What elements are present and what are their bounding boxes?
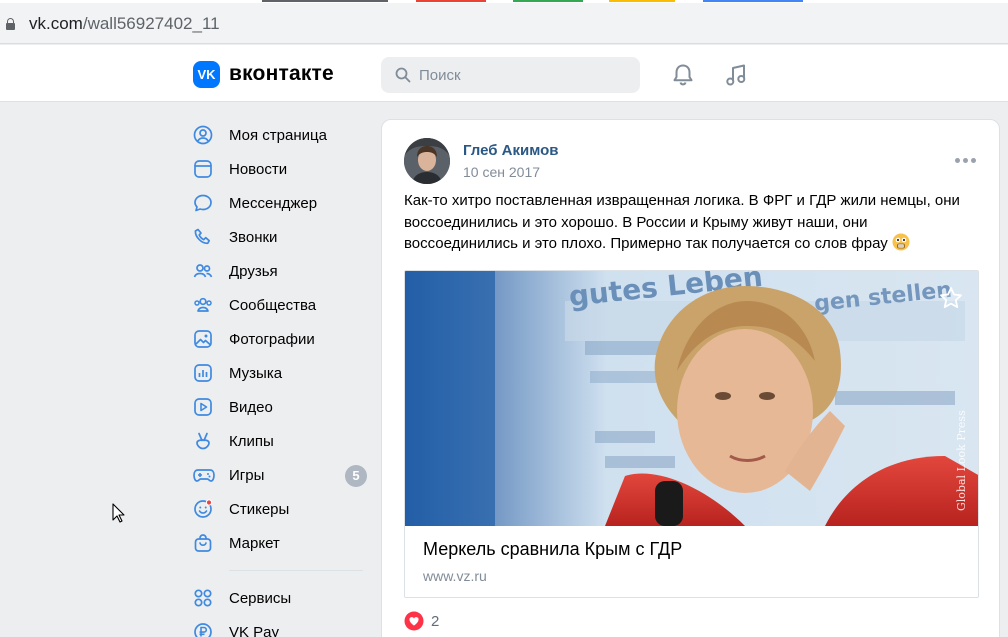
sidebar-item-my-page[interactable]: Моя страница (193, 118, 373, 152)
sidebar-item-calls[interactable]: Звонки (193, 220, 373, 254)
video-icon (193, 397, 221, 417)
search-input[interactable] (419, 57, 629, 93)
clips-icon (193, 431, 221, 451)
sidebar-item-news[interactable]: Новости (193, 152, 373, 186)
sidebar-item-label: Мессенджер (229, 194, 318, 212)
avatar[interactable] (404, 138, 450, 184)
sidebar-item-video[interactable]: Видео (193, 390, 373, 424)
like-count: 2 (431, 612, 440, 630)
post-author[interactable]: Глеб Акимов (463, 142, 559, 159)
search-icon (395, 67, 411, 83)
more-options-icon[interactable] (955, 158, 977, 164)
sidebar-item-label: VK Pay (229, 623, 280, 637)
sidebar-divider (229, 570, 363, 571)
astonished-emoji-icon (892, 233, 910, 251)
sidebar-item-photos[interactable]: Фотографии (193, 322, 373, 356)
games-count-badge: 5 (345, 465, 367, 487)
sidebar-item-label: Музыка (229, 364, 283, 382)
sidebar-item-music[interactable]: Музыка (193, 356, 373, 390)
sidebar-item-groups[interactable]: Сообщества (193, 288, 373, 322)
sidebar-item-label: Игры (229, 466, 265, 484)
vk-logo-text[interactable]: вконтакте (229, 62, 334, 86)
heart-icon (404, 611, 424, 631)
sidebar-item-stickers[interactable]: Стикеры (193, 492, 373, 526)
photo-icon (193, 329, 221, 349)
sidebar-item-label: Клипы (229, 432, 274, 450)
url-path: /wall56927402_11 (82, 14, 220, 33)
like-button[interactable]: 2 (404, 611, 439, 631)
sidebar-item-games[interactable]: Игры 5 (193, 458, 373, 492)
sticker-icon (193, 499, 221, 519)
pay-icon (193, 622, 221, 637)
user-icon (193, 125, 221, 145)
sidebar-item-label: Сообщества (229, 296, 317, 314)
link-title[interactable]: Меркель сравнила Крым с ГДР (423, 539, 682, 560)
wall-post: Глеб Акимов 10 сен 2017 Как-то хитро пос… (381, 119, 1000, 637)
merkel-photo-image: gutes Leben gen stellen Global Look Pres… (405, 271, 978, 526)
services-icon (193, 588, 221, 608)
bag-icon (193, 533, 221, 553)
sidebar-nav: Моя страница Новости Мессенджер Звонки Д… (193, 118, 373, 637)
avatar-image (404, 138, 450, 184)
music-icon (193, 363, 221, 383)
news-icon (193, 159, 221, 179)
sidebar-item-services[interactable]: Сервисы (193, 581, 373, 615)
friends-icon (193, 261, 221, 281)
sidebar-item-label: Маркет (229, 534, 280, 552)
sidebar-item-vk-pay[interactable]: VK Pay (193, 615, 373, 637)
photo-watermark: Global Look Press (955, 410, 968, 511)
post-date[interactable]: 10 сен 2017 (463, 164, 540, 180)
tab-indicator (609, 0, 675, 2)
link-attachment[interactable]: gutes Leben gen stellen Global Look Pres… (404, 270, 979, 598)
sidebar-item-messenger[interactable]: Мессенджер (193, 186, 373, 220)
star-icon[interactable] (938, 285, 964, 311)
lock-icon[interactable] (6, 18, 15, 30)
tab-strip (0, 0, 1008, 3)
post-text: Как-то хитро поставленная извращенная ло… (404, 192, 960, 252)
sidebar-item-market[interactable]: Маркет (193, 526, 373, 560)
sidebar-item-label: Фотографии (229, 330, 315, 348)
sidebar-item-friends[interactable]: Друзья (193, 254, 373, 288)
tab-indicator (262, 0, 388, 2)
attachment-photo[interactable]: gutes Leben gen stellen Global Look Pres… (405, 271, 978, 526)
phone-icon (193, 227, 221, 247)
search-box[interactable] (381, 57, 640, 93)
sidebar-item-label: Сервисы (229, 589, 292, 607)
sidebar-item-clips[interactable]: Клипы (193, 424, 373, 458)
url-host: vk.com (29, 14, 83, 33)
gamepad-icon (193, 465, 221, 485)
sidebar-item-label: Стикеры (229, 500, 290, 518)
url-field[interactable]: vk.com/wall56927402_11 (29, 14, 220, 34)
sidebar-item-label: Моя страница (229, 126, 327, 144)
browser-address-bar: vk.com/wall56927402_11 (0, 0, 1008, 44)
message-icon (193, 193, 221, 213)
sidebar-item-label: Видео (229, 398, 273, 416)
sidebar-item-label: Друзья (229, 262, 278, 280)
tab-indicator (703, 0, 803, 2)
sidebar-item-label: Звонки (229, 228, 278, 246)
link-domain[interactable]: www.vz.ru (423, 568, 487, 584)
site-header: VK вконтакте (0, 45, 1008, 102)
mouse-cursor-icon (112, 503, 125, 523)
groups-icon (193, 295, 221, 315)
music-icon[interactable] (723, 62, 749, 88)
sidebar-item-label: Новости (229, 160, 288, 178)
post-text-block: Как-то хитро поставленная извращенная ло… (404, 190, 984, 255)
tab-indicator (513, 0, 583, 2)
tab-indicator (416, 0, 486, 2)
bell-icon[interactable] (670, 62, 696, 88)
vk-logo-icon[interactable]: VK (193, 61, 220, 88)
